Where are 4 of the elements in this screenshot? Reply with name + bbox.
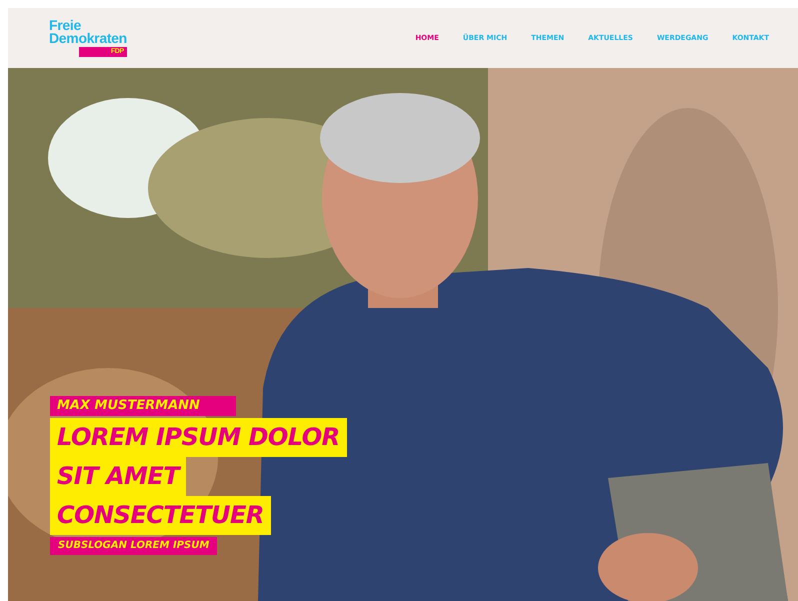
candidate-name: MAX MUSTERMANN — [50, 396, 236, 416]
logo-text[interactable]: Demokraten — [49, 32, 127, 45]
subslogan: SUBSLOGAN LOREM IPSUM — [50, 537, 218, 555]
logo-text[interactable]: Freie — [49, 19, 81, 32]
